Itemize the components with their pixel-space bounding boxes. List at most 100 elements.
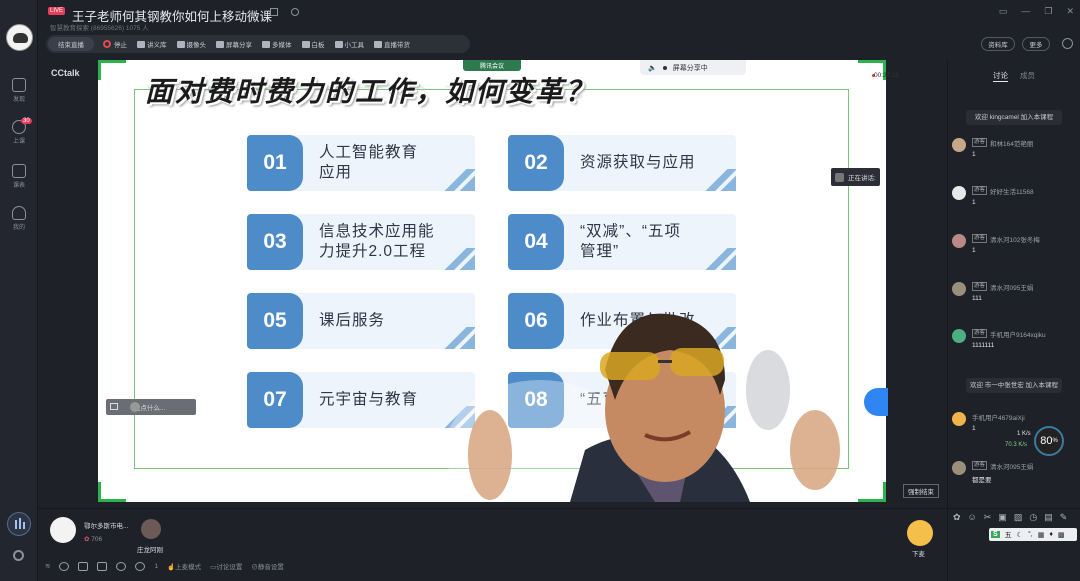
slides-button[interactable]: 讲义库 [132, 35, 172, 53]
monitor-icon [216, 40, 224, 48]
app-name: CCtalk [51, 68, 80, 78]
library-button[interactable]: 资料库 [981, 37, 1015, 51]
image-icon[interactable] [110, 403, 118, 410]
screen-share-button[interactable]: 屏幕分享 [211, 35, 257, 53]
slides-icon [137, 40, 145, 48]
external-link-icon[interactable] [270, 8, 278, 16]
calendar-icon [12, 164, 26, 178]
force-end-button[interactable]: 强制结束 [903, 484, 939, 498]
live-badge: LIVE [48, 7, 66, 15]
speaking-indicator: 正在讲话: [831, 168, 880, 186]
meeting-tag: 腾讯会议 [463, 60, 521, 71]
settings-icon[interactable] [135, 561, 146, 571]
close-icon[interactable]: ✕ [1066, 6, 1074, 17]
tab-discuss[interactable]: 讨论 [993, 70, 1008, 82]
tools-button[interactable]: 小工具 [330, 35, 370, 53]
flower-icon: ✿ [84, 536, 90, 543]
room-info: 智慧教育探索 (86955626) 1075 人 [50, 25, 149, 32]
folder-icon[interactable]: ▤ [1044, 512, 1053, 523]
whiteboard-button[interactable]: 白板 [297, 35, 330, 53]
puzzle-icon[interactable]: ✿ [953, 512, 961, 523]
avatar [952, 282, 966, 296]
keyboard-icon: ▦ [1037, 531, 1045, 539]
left-nav-rail: 发现 上课 30 课表 我的 [0, 0, 38, 581]
network-speed: 1 K/s 70.3 K/s [1005, 431, 1031, 448]
avatar [952, 412, 966, 426]
more-button[interactable]: 更多 [1022, 37, 1050, 51]
edit-icon[interactable]: ✎ [1060, 512, 1068, 523]
end-live-button[interactable]: 结束直播 [48, 37, 94, 51]
ime-mode: 五 [1004, 531, 1012, 539]
window-controls: ▭ — ❐ ✕ [999, 6, 1074, 17]
slide-title: 面对费时费力的工作，如何变革？ [145, 75, 596, 108]
avatar [952, 329, 966, 343]
cohost-avatar[interactable] [141, 519, 161, 539]
count-label: 1 [154, 562, 159, 570]
restore-icon[interactable]: ❐ [1044, 6, 1052, 17]
rail-schedule[interactable]: 课表 [0, 164, 38, 189]
input-method-logo: S [991, 531, 1000, 538]
play-icon [262, 40, 270, 48]
avatar [952, 138, 966, 152]
rail-class[interactable]: 上课 30 [0, 118, 38, 145]
avatar [952, 186, 966, 200]
screen-share-indicator: 🔈 屏幕分享中 [640, 60, 746, 75]
camera-icon [176, 40, 185, 48]
skin-icon: ♦ [1049, 531, 1053, 538]
system-message: 欢迎 kingcamel 加入本课程 [966, 110, 1062, 125]
speaker-avatar [835, 172, 844, 182]
host-avatar[interactable] [50, 517, 76, 543]
avatar [952, 461, 966, 475]
history-icon[interactable]: ◷ [1029, 512, 1037, 523]
person-icon [12, 206, 26, 220]
discuss-settings-button[interactable]: ▭讨论设置 [210, 561, 242, 571]
settings-gear-icon[interactable] [13, 550, 24, 561]
punct-icon: °, [1027, 531, 1033, 538]
share-icon[interactable] [291, 8, 299, 16]
up-mode-button[interactable]: ☝上麦模式 [167, 561, 201, 571]
audio-level-icon[interactable] [7, 512, 31, 536]
stop-button[interactable]: 停止 [98, 35, 132, 53]
camera-button[interactable]: 摄像头 [172, 35, 212, 53]
tab-members[interactable]: 成员 [1020, 70, 1035, 81]
stage-gutter [38, 60, 98, 502]
compass-icon [12, 78, 26, 92]
pin-icon[interactable]: ▭ [999, 6, 1008, 17]
media-button[interactable]: 多媒体 [257, 35, 297, 53]
block-icon[interactable] [116, 561, 127, 571]
rail-discover[interactable]: 发现 [0, 78, 38, 103]
slide-card: 03 信息技术应用能 力提升2.0工程 [247, 214, 475, 270]
scissors-icon[interactable]: ✂ [984, 512, 992, 523]
chat-input-hint[interactable]: 说点什么... [106, 399, 196, 415]
video-icon[interactable] [78, 561, 89, 571]
record-stop-icon [103, 40, 111, 48]
unread-badge: 30 [21, 118, 32, 124]
mic-icon[interactable] [59, 561, 70, 571]
live-toolbar: 结束直播 停止 讲义库 摄像头 屏幕分享 多媒体 白板 小工具 直播带货 [46, 35, 470, 53]
live-goods-button[interactable]: 直播带货 [369, 35, 415, 53]
down-mic-label: 下麦 [912, 551, 925, 558]
user-avatar[interactable] [6, 24, 33, 51]
host-likes: ✿ 706 [84, 536, 103, 543]
minimize-icon[interactable]: — [1021, 6, 1030, 17]
moon-icon: ☾ [1016, 531, 1023, 539]
down-mic-icon[interactable] [907, 520, 933, 546]
speaker-icon[interactable]: 🔈 [648, 64, 657, 72]
rail-mine[interactable]: 我的 [0, 206, 38, 231]
slide-card: 01 人工智能教育 应用 [247, 135, 475, 191]
shop-icon [374, 40, 382, 48]
picture-icon[interactable]: ▨ [1014, 512, 1023, 523]
emoji-icon[interactable]: ☺ [968, 512, 977, 523]
grid-icon: ▩ [1057, 531, 1065, 539]
slide-card: 04 “双减”、“五项 管理” [508, 214, 736, 270]
bottom-controls: ≋ 1 ☝上麦模式 ▭讨论设置 ⊘静音设置 [45, 561, 284, 571]
floating-chat-button[interactable] [864, 388, 888, 416]
mute-settings-button[interactable]: ⊘静音设置 [251, 561, 284, 571]
layout-icon[interactable] [97, 561, 108, 571]
ime-toolbar[interactable]: S 五 ☾ °, ▦ ♦ ▩ [989, 528, 1077, 541]
settings-icon[interactable] [1062, 38, 1073, 49]
image-icon[interactable]: ▣ [998, 512, 1007, 523]
system-message: 欢迎 市一中张世宏 加入本课程 [966, 378, 1062, 393]
recording-timer: 00:27:11 [874, 72, 899, 79]
emoji-icon[interactable] [130, 402, 140, 412]
